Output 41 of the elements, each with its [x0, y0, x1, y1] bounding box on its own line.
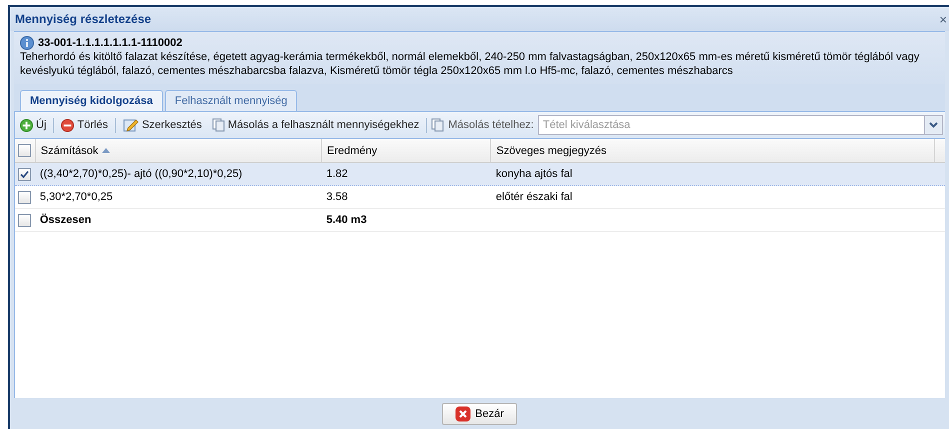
sort-ascending-icon — [102, 148, 110, 153]
table-cell: 5,30*2,70*0,25 — [40, 191, 113, 203]
table-cell: 5.40 m3 — [326, 214, 367, 226]
minus-icon — [61, 118, 74, 132]
table-cell: ((3,40*2,70)*0,25)- ajtó ((0,90*2,10)*0,25) — [40, 168, 242, 180]
table-cell: előtér északi fal — [496, 191, 572, 203]
table-row[interactable]: 5,30*2,70*0,25 3.58 előtér északi fal — [15, 186, 945, 209]
close-icon — [455, 406, 472, 422]
chevron-down-icon — [929, 122, 938, 128]
toolbar-button[interactable]: Törlés — [58, 118, 111, 132]
table-row[interactable]: ((3,40*2,70)*0,25)- ajtó ((0,90*2,10)*0,25) 1.82 konyha ajtós fal — [15, 163, 945, 186]
dropdown-button[interactable] — [925, 115, 943, 135]
item-select-field[interactable]: Tétel kiválasztása — [538, 115, 925, 135]
checkbox[interactable] — [18, 144, 32, 157]
copy-icon — [431, 118, 444, 132]
toolbar-button[interactable]: Szerkesztés — [120, 117, 205, 133]
item-description: Teherhordó és kitöltő falazat készítése, égetett agyag-kerámia termékekből, normál elemekből, 240-250 mm falvastagságban, 250x120x65 mm-es méretű kisméretű tömör téglából vagy kevéslyukú téglából, falazó, cementes mészhabarcsba falazva, Kisméretű tömör tégla 250x120x65 mm l.o Hf5-mc, falazó, cementes mészhabarcs — [20, 50, 920, 78]
tab[interactable]: Mennyiség kidolgozása — [20, 90, 163, 111]
pencil-icon — [122, 118, 139, 132]
plus-icon — [20, 118, 33, 132]
checkbox[interactable] — [18, 214, 32, 226]
table-cell: 3.58 — [326, 191, 348, 203]
toolbar-button[interactable]: Másolás a felhasznált mennyiségekhez — [208, 117, 422, 133]
window-title: Mennyiség részletezése — [15, 12, 152, 26]
close-button[interactable]: × — [937, 12, 949, 26]
close-button[interactable]: Bezár — [442, 402, 517, 424]
table-cell: Összesen — [40, 214, 92, 226]
item-code: 33-001-1.1.1.1.1.1.1-1110002 — [38, 37, 182, 49]
table-row[interactable]: Összesen 5.40 m3 — [15, 209, 945, 232]
copy-to-item-label: Másolás tételhez: — [448, 119, 534, 131]
info-icon — [20, 36, 34, 50]
tab[interactable]: Felhasznált mennyiség — [164, 90, 298, 111]
table-cell: 1.82 — [326, 168, 348, 180]
table-cell: konyha ajtós fal — [496, 168, 572, 180]
column-header[interactable]: Eredmény — [321, 139, 490, 162]
checkbox[interactable] — [18, 168, 32, 180]
checkbox[interactable] — [18, 190, 32, 204]
copy-icon — [212, 118, 225, 132]
toolbar-button[interactable]: Új — [17, 118, 50, 132]
column-header[interactable]: Számítások — [34, 139, 321, 162]
column-header[interactable]: Szöveges megjegyzés — [490, 139, 934, 162]
